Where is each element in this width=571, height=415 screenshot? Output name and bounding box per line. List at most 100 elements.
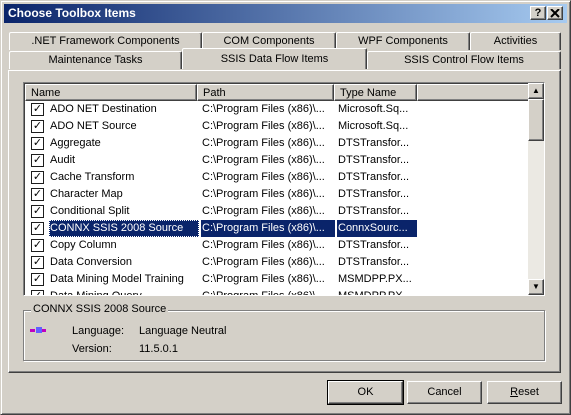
tab-ssis-control-flow-items[interactable]: SSIS Control Flow Items xyxy=(367,51,561,69)
item-name: CONNX SSIS 2008 Source xyxy=(49,220,199,237)
checkmark-icon: ✓ xyxy=(32,256,43,268)
checkbox[interactable]: ✓ xyxy=(31,256,44,269)
checkmark-icon: ✓ xyxy=(32,103,43,115)
checkbox[interactable]: ✓ xyxy=(31,120,44,133)
list-item[interactable]: ✓ Copy Column C:\Program Files (x86)\...… xyxy=(25,237,530,254)
checkbox[interactable]: ✓ xyxy=(31,222,44,235)
component-icon xyxy=(30,327,46,333)
close-icon xyxy=(550,8,560,18)
item-path: C:\Program Files (x86)\... xyxy=(202,137,325,149)
item-path: C:\Program Files (x86)\... xyxy=(202,154,325,166)
column-header-path[interactable]: Path xyxy=(197,84,334,101)
version-value: 11.5.0.1 xyxy=(139,343,178,355)
checkmark-icon: ✓ xyxy=(32,273,43,285)
item-type: DTSTransfor... xyxy=(338,205,410,217)
item-path: C:\Program Files (x86)\... xyxy=(202,239,325,251)
item-type: MSMDPP.PX... xyxy=(338,273,412,285)
item-name: Cache Transform xyxy=(50,171,135,183)
item-type: ConnxSourc... xyxy=(337,220,417,237)
list-item[interactable]: ✓ Character Map C:\Program Files (x86)\.… xyxy=(25,186,530,203)
checkbox[interactable]: ✓ xyxy=(31,188,44,201)
item-path: C:\Program Files (x86)\... xyxy=(201,220,335,237)
checkbox[interactable]: ✓ xyxy=(31,103,44,116)
item-type: DTSTransfor... xyxy=(338,171,410,183)
list-item[interactable]: ✓ ADO NET Destination C:\Program Files (… xyxy=(25,101,530,118)
item-type: Microsoft.Sq... xyxy=(338,120,409,132)
list-item-selected[interactable]: ✓ CONNX SSIS 2008 Source C:\Program File… xyxy=(25,220,530,237)
column-header-type-name[interactable]: Type Name xyxy=(334,84,417,101)
checkbox[interactable]: ✓ xyxy=(31,273,44,286)
language-value: Language Neutral xyxy=(139,325,227,337)
tab-maintenance-tasks[interactable]: Maintenance Tasks xyxy=(9,51,182,69)
item-type: MSMDPP.PX... xyxy=(338,290,412,296)
cancel-button[interactable]: Cancel xyxy=(407,381,482,404)
checkbox[interactable]: ✓ xyxy=(31,171,44,184)
checkmark-icon: ✓ xyxy=(32,205,43,217)
ok-button[interactable]: OK xyxy=(327,380,404,405)
close-button[interactable] xyxy=(547,6,563,20)
item-name: Data Conversion xyxy=(50,256,132,268)
item-type: DTSTransfor... xyxy=(338,256,410,268)
item-name: Aggregate xyxy=(50,137,101,149)
list-item[interactable]: ✓ Data Mining Model Training C:\Program … xyxy=(25,271,530,288)
item-path: C:\Program Files (x86)\... xyxy=(202,290,325,296)
vertical-scrollbar[interactable]: ▲ ▼ xyxy=(528,83,544,295)
checkbox[interactable]: ✓ xyxy=(31,205,44,218)
list-item[interactable]: ✓ Conditional Split C:\Program Files (x8… xyxy=(25,203,530,220)
details-group: CONNX SSIS 2008 Source Language: Languag… xyxy=(23,303,545,361)
tab-activities[interactable]: Activities xyxy=(470,32,561,50)
checkbox[interactable]: ✓ xyxy=(31,290,44,295)
column-header-name[interactable]: Name xyxy=(25,84,197,101)
checkmark-icon: ✓ xyxy=(32,188,43,200)
language-label: Language: xyxy=(72,325,124,337)
item-name: Audit xyxy=(50,154,76,166)
list-item[interactable]: ✓ Data Mining Query C:\Program Files (x8… xyxy=(25,288,530,296)
item-name: ADO NET Destination xyxy=(50,103,157,115)
item-name: Conditional Split xyxy=(50,205,130,217)
list-item[interactable]: ✓ Data Conversion C:\Program Files (x86)… xyxy=(25,254,530,271)
scrollbar-thumb[interactable] xyxy=(528,99,544,141)
tab-net-framework-components[interactable]: .NET Framework Components xyxy=(9,32,202,50)
item-name: Character Map xyxy=(50,188,123,200)
checkmark-icon: ✓ xyxy=(32,171,43,183)
scroll-down-arrow-icon: ▼ xyxy=(532,282,540,291)
reset-label-rest: eset xyxy=(518,386,539,398)
version-label: Version: xyxy=(72,343,112,355)
list-item[interactable]: ✓ Aggregate C:\Program Files (x86)\... D… xyxy=(25,135,530,152)
item-name: Data Mining Query xyxy=(50,290,142,296)
list-item[interactable]: ✓ ADO NET Source C:\Program Files (x86)\… xyxy=(25,118,530,135)
item-path: C:\Program Files (x86)\... xyxy=(202,103,325,115)
list-header: Name Path Type Name xyxy=(25,84,530,101)
scroll-down-button[interactable]: ▼ xyxy=(528,279,544,295)
title-bar[interactable]: Choose Toolbox Items ? xyxy=(4,4,567,23)
item-path: C:\Program Files (x86)\... xyxy=(202,120,325,132)
checkbox[interactable]: ✓ xyxy=(31,137,44,150)
checkmark-icon: ✓ xyxy=(32,120,43,132)
item-name: Copy Column xyxy=(50,239,117,251)
list-item[interactable]: ✓ Cache Transform C:\Program Files (x86)… xyxy=(25,169,530,186)
details-group-title: CONNX SSIS 2008 Source xyxy=(31,303,169,315)
help-button[interactable]: ? xyxy=(530,6,546,20)
item-path: C:\Program Files (x86)\... xyxy=(202,188,325,200)
scroll-up-arrow-icon: ▲ xyxy=(532,86,540,95)
item-path: C:\Program Files (x86)\... xyxy=(202,273,325,285)
item-path: C:\Program Files (x86)\... xyxy=(202,256,325,268)
item-type: DTSTransfor... xyxy=(338,154,410,166)
column-header-empty xyxy=(417,84,530,101)
reset-button[interactable]: Reset xyxy=(487,381,562,404)
checkmark-icon: ✓ xyxy=(32,239,43,251)
item-type: Microsoft.Sq... xyxy=(338,103,409,115)
item-name: ADO NET Source xyxy=(50,120,137,132)
tab-ssis-data-flow-items[interactable]: SSIS Data Flow Items xyxy=(182,48,367,69)
checkmark-icon: ✓ xyxy=(32,222,43,234)
reset-accelerator: R xyxy=(510,386,519,398)
checkbox[interactable]: ✓ xyxy=(31,154,44,167)
item-type: DTSTransfor... xyxy=(338,188,410,200)
scroll-up-button[interactable]: ▲ xyxy=(528,83,544,99)
toolbox-items-list[interactable]: Name Path Type Name ✓ ADO NET Destinatio… xyxy=(23,82,545,296)
list-item[interactable]: ✓ Audit C:\Program Files (x86)\... DTSTr… xyxy=(25,152,530,169)
item-path: C:\Program Files (x86)\... xyxy=(202,205,325,217)
checkbox[interactable]: ✓ xyxy=(31,239,44,252)
item-type: DTSTransfor... xyxy=(338,137,410,149)
window-title: Choose Toolbox Items xyxy=(8,6,136,20)
